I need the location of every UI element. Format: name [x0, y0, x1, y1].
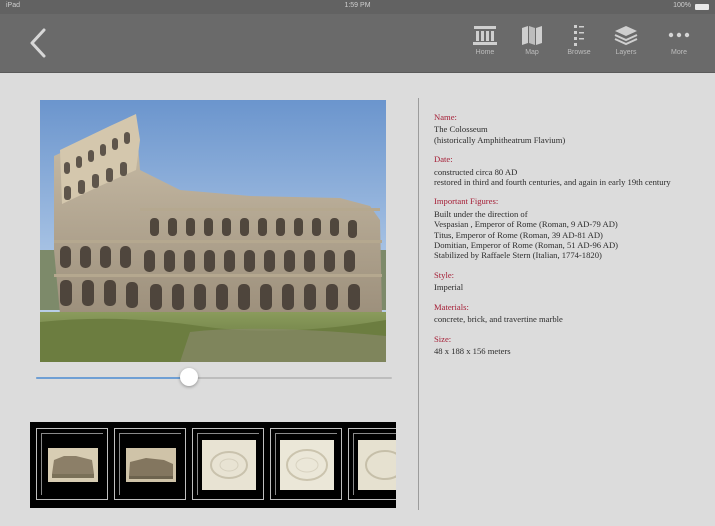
list-icon: [574, 25, 584, 46]
ellipsis-icon: [668, 32, 690, 38]
nav-more-button[interactable]: More: [656, 24, 702, 68]
figures-label: Important Figures:: [434, 196, 499, 207]
name-section: Name: The Colosseum (historically Amphit…: [434, 112, 702, 145]
size-line: 48 x 188 x 156 meters: [434, 345, 511, 356]
slider-thumb[interactable]: [180, 368, 199, 386]
thumbnail-3-frame: [197, 433, 260, 496]
figures-line: Stabilized by Raffaele Stern (Italian, 1…: [434, 250, 602, 261]
slider-fill: [36, 377, 190, 379]
materials-line: concrete, brick, and travertine marble: [434, 314, 563, 325]
layers-icon: [614, 26, 638, 46]
date-section: Date: constructed circa 80 AD restored i…: [434, 154, 702, 187]
nav-layers-label: Layers: [615, 49, 637, 56]
status-time: 1:59 PM: [344, 2, 371, 9]
status-battery-text: 100%: [673, 2, 691, 9]
navigation-bar: Home Map Browse Layers More: [0, 14, 715, 73]
thumbnail-1-image: [42, 434, 104, 496]
nav-map-button[interactable]: Map: [509, 24, 555, 68]
thumbnail-2-image: [120, 434, 182, 496]
thumbnail-5-frame: [353, 433, 396, 496]
nav-home-label: Home: [475, 49, 495, 56]
thumbnail-2-frame: [119, 433, 182, 496]
thumbnail-3[interactable]: [192, 428, 264, 500]
vertical-divider: [418, 98, 419, 510]
size-section: Size: 48 x 188 x 156 meters: [434, 334, 702, 357]
figures-section: Important Figures: Built under the direc…: [434, 196, 702, 260]
figures-line: Domitian, Emperor of Rome (Roman, 51 AD-…: [434, 240, 619, 251]
name-line: (historically Amphitheatrum Flavium): [434, 134, 566, 145]
name-label: Name:: [434, 112, 457, 122]
thumbnail-3-image: [198, 434, 260, 496]
battery-icon: [695, 4, 709, 10]
size-label: Size:: [434, 333, 452, 344]
screen: iPad 1:59 PM 100% Home Map Browse Layers…: [0, 0, 715, 526]
date-line: restored in third and fourth centuries, …: [434, 177, 671, 188]
image-slider[interactable]: [36, 366, 392, 390]
chevron-left-icon: [30, 28, 46, 58]
style-line: Imperial: [434, 282, 464, 293]
info-panel: Name: The Colosseum (historically Amphit…: [434, 112, 702, 365]
thumbnail-filmstrip[interactable]: [30, 422, 396, 508]
figures-line: Titus, Emperor of Rome (Roman, 39 AD-81 …: [434, 229, 603, 240]
style-section: Style: Imperial: [434, 270, 702, 293]
date-label: Date:: [434, 154, 453, 165]
nav-layers-button[interactable]: Layers: [603, 24, 649, 68]
name-line: The Colosseum: [434, 124, 488, 135]
colosseum-photo: [40, 100, 386, 362]
nav-browse-label: Browse: [567, 49, 591, 56]
figures-line: Built under the direction of: [434, 208, 528, 219]
style-label: Style:: [434, 269, 455, 280]
thumbnail-4[interactable]: [270, 428, 342, 500]
back-button[interactable]: [24, 26, 54, 60]
thumbnail-1-frame: [41, 433, 104, 496]
map-icon: [522, 26, 542, 45]
building-icon: [473, 26, 497, 45]
thumbnail-4-frame: [275, 433, 338, 496]
nav-more-label: More: [671, 49, 687, 56]
main-photo[interactable]: [40, 100, 386, 362]
materials-label: Materials:: [434, 301, 469, 312]
nav-home-button[interactable]: Home: [462, 24, 508, 68]
thumbnail-1[interactable]: [36, 428, 108, 500]
materials-section: Materials: concrete, brick, and traverti…: [434, 302, 702, 325]
nav-map-label: Map: [525, 49, 539, 56]
figures-line: Vespasian , Emperor of Rome (Roman, 9 AD…: [434, 219, 618, 230]
thumbnail-2[interactable]: [114, 428, 186, 500]
status-bar: iPad 1:59 PM 100%: [0, 0, 715, 14]
thumbnail-5[interactable]: [348, 428, 396, 500]
thumbnail-5-image: [354, 434, 396, 496]
nav-browse-button[interactable]: Browse: [556, 24, 602, 68]
date-line: constructed circa 80 AD: [434, 166, 518, 177]
thumbnail-4-image: [276, 434, 338, 496]
